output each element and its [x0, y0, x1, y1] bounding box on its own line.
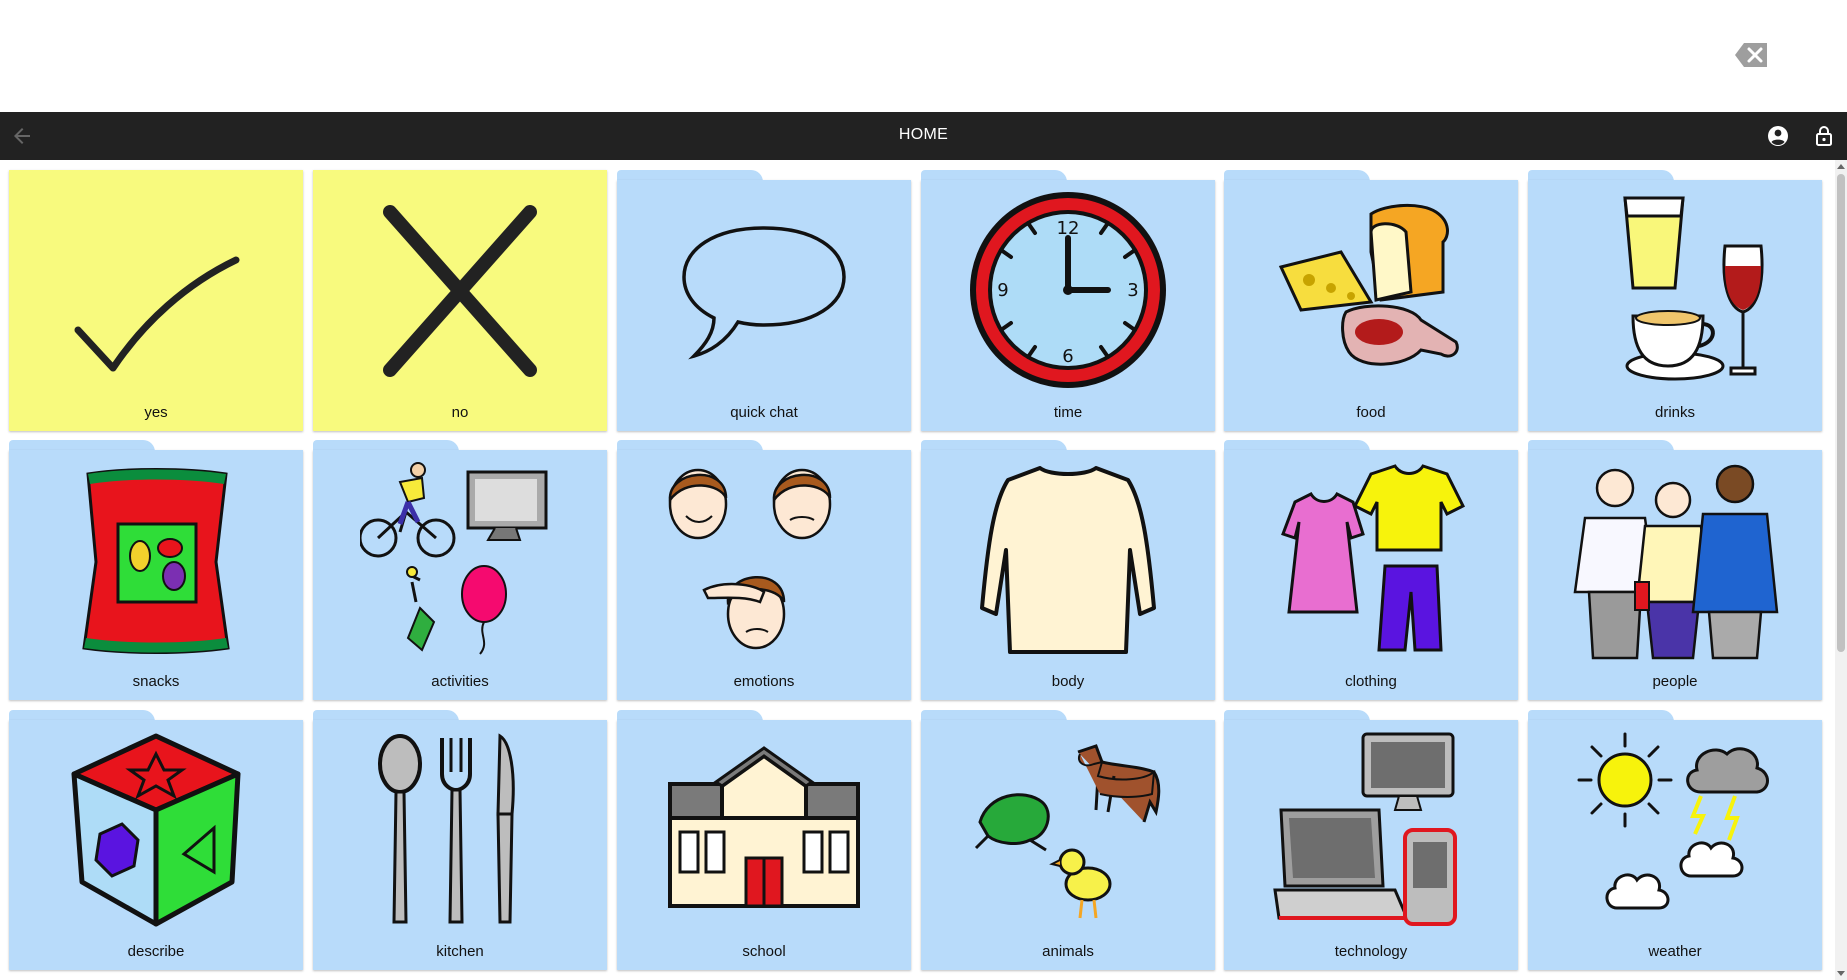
tile-label: kitchen [436, 943, 484, 960]
tile-label: quick chat [730, 404, 798, 421]
tile-label: yes [144, 404, 168, 421]
scrollbar[interactable] [1835, 160, 1847, 980]
tile-label: technology [1334, 943, 1408, 960]
tile-label: no [451, 404, 469, 421]
scroll-down-icon[interactable] [1837, 971, 1845, 976]
tile-people[interactable]: people [1528, 440, 1822, 700]
tile-quick-chat[interactable]: quick chat [617, 170, 911, 431]
clothing-icon [1281, 464, 1466, 652]
checkmark-icon [74, 256, 240, 372]
emotions-icon [668, 468, 832, 650]
tile-snacks[interactable]: snacks [9, 440, 303, 700]
tile-label: time [1053, 404, 1083, 421]
tile-food[interactable]: food [1224, 170, 1518, 431]
food-icon [1278, 203, 1459, 366]
svg-text:9: 9 [997, 280, 1008, 301]
drinks-icon [1623, 196, 1764, 381]
tile-technology[interactable]: technology [1224, 710, 1518, 970]
navbar: HOME [0, 112, 1847, 160]
animals-icon [974, 744, 1161, 919]
tile-describe[interactable]: describe [9, 710, 303, 970]
output-bar[interactable] [0, 0, 1847, 112]
body-icon [980, 466, 1156, 654]
tile-label: drinks [1654, 404, 1695, 421]
tile-label: snacks [132, 673, 180, 690]
tile-activities[interactable]: activities [313, 440, 607, 700]
tile-clothing[interactable]: clothing [1224, 440, 1518, 700]
tile-label: activities [431, 673, 489, 690]
tile-label: school [742, 943, 786, 960]
tile-time[interactable]: 12 3 6 9 time [921, 170, 1215, 431]
tile-school[interactable]: school [617, 710, 911, 970]
scrollbar-thumb[interactable] [1837, 174, 1845, 652]
tile-animals[interactable]: animals [921, 710, 1215, 970]
tile-emotions[interactable]: emotions [617, 440, 911, 700]
speech-bubble-icon [682, 226, 846, 360]
people-icon [1573, 464, 1779, 660]
tile-label: animals [1042, 943, 1094, 960]
cross-icon [383, 205, 537, 377]
tile-label: describe [127, 943, 185, 960]
tile-kitchen[interactable]: kitchen [313, 710, 607, 970]
cutlery-icon [378, 733, 515, 924]
weather-icon [1577, 732, 1769, 910]
tile-weather[interactable]: weather [1528, 710, 1822, 970]
snacks-icon [82, 468, 230, 654]
svg-text:3: 3 [1127, 280, 1138, 301]
account-circle-icon[interactable] [1766, 124, 1790, 148]
scroll-up-icon[interactable] [1837, 164, 1845, 169]
svg-text:6: 6 [1062, 346, 1073, 367]
tile-label: clothing [1345, 673, 1397, 690]
tile-no[interactable]: no [313, 170, 607, 431]
clock-icon: 12 3 6 9 [970, 192, 1166, 388]
backspace-icon[interactable] [1734, 40, 1770, 70]
lock-icon[interactable] [1812, 124, 1836, 148]
tile-drinks[interactable]: drinks [1528, 170, 1822, 431]
school-icon [668, 746, 860, 908]
tile-body[interactable]: body [921, 440, 1215, 700]
tile-label: food [1356, 404, 1386, 421]
board-grid: yes no quick chat 12 3 6 9 time food dri… [0, 160, 1835, 980]
technology-icon [1273, 732, 1457, 926]
tile-label: people [1652, 673, 1698, 690]
tile-label: emotions [733, 673, 795, 690]
tile-label: weather [1648, 943, 1702, 960]
page-title: HOME [898, 126, 949, 143]
shapes-cube-icon [71, 733, 241, 927]
activities-icon [360, 462, 548, 655]
tile-yes[interactable]: yes [9, 170, 303, 431]
tile-label: body [1051, 673, 1085, 690]
